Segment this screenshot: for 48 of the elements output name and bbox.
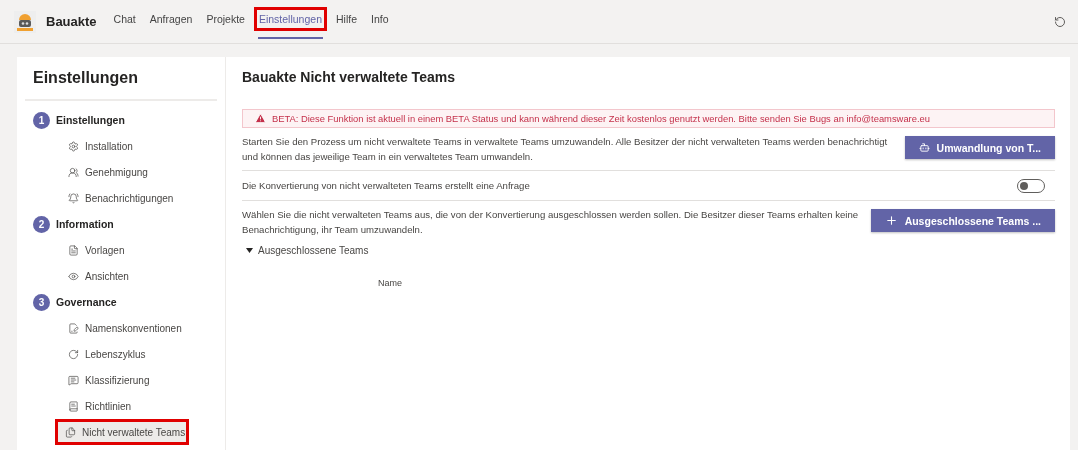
conversion-description: Starten Sie den Prozess um nicht verwaltete Teams in verwaltete Teams umzuwandeln. Alle Besitzer der nicht verwalteten Teams werden benachrichtigt und können das jeweilige Team in ein verwaltetes Team umwandeln.	[242, 135, 889, 164]
caret-icon	[246, 248, 253, 253]
excluded-teams-toggle[interactable]: Ausgeschlossene Teams	[242, 243, 373, 258]
speech-bubble-icon	[68, 374, 79, 386]
warning-icon	[255, 113, 266, 124]
sidebar-item[interactable]: Ansichten	[58, 263, 217, 289]
sidebar-item[interactable]: Richtlinien	[58, 393, 217, 419]
sidebar-item[interactable]: Klassifizierung	[58, 367, 217, 393]
column-header: Name	[377, 277, 403, 288]
sidebar-item[interactable]: Nicht verwaltete Teams	[55, 419, 189, 445]
bell-icon	[68, 192, 79, 204]
setting-label: Die Konvertierung von nicht verwalteten Teams erstellt eine Anfrage	[242, 179, 531, 193]
sidebar-item[interactable]: Benachrichtigungen	[58, 185, 217, 211]
convert-button[interactable]: Umwandlung von T...	[904, 136, 1055, 159]
nav-tab[interactable]: Info	[366, 0, 394, 43]
nav-tab[interactable]: Chat	[108, 0, 141, 43]
plus-icon	[884, 214, 898, 227]
gear-icon	[68, 140, 79, 152]
step-number: 2	[33, 215, 50, 233]
nav-tab[interactable]: Anfragen	[144, 0, 198, 43]
sidebar-item[interactable]: Genehmigung	[58, 159, 217, 185]
eye-icon	[68, 270, 79, 282]
app-name: Bauakte	[46, 14, 97, 29]
book-icon	[68, 400, 79, 412]
sidebar-item[interactable]: Installation	[58, 133, 217, 159]
section-heading: Governance	[56, 296, 117, 308]
step-number: 1	[33, 111, 50, 129]
sidebar-item[interactable]: Lebenszyklus	[58, 341, 217, 367]
sidebar-item[interactable]: Vorlagen	[58, 237, 217, 263]
nav-tab[interactable]: Projekte	[201, 0, 250, 43]
step-number: 3	[33, 293, 50, 311]
robot-icon	[918, 142, 930, 153]
nav-tab[interactable]: Hilfe	[330, 0, 362, 43]
signed-document-icon	[68, 322, 79, 334]
refresh-icon[interactable]	[1054, 15, 1066, 28]
circular-arrow-icon	[68, 348, 79, 360]
toggle-switch[interactable]	[1017, 178, 1045, 193]
sidebar-title: Einstellungen	[25, 57, 217, 101]
people-icon	[68, 166, 79, 178]
page-title: Bauakte Nicht verwaltete Teams	[242, 68, 456, 87]
beta-warning: BETA: Diese Funktion ist aktuell in einem BETA Status und kann während dieser Zeit kostenlos genutzt werden. Bitte senden Sie Bugs an info@teamsware.eu	[242, 109, 1055, 128]
exclusion-description: Wählen Sie die nicht verwalteten Teams aus, die von der Konvertierung ausgeschlossen werden sollen. Die Besitzer dieser Teams erhalten keine Benachrichtigung, ihr Team umzuwandeln.	[242, 208, 859, 237]
sidebar-item[interactable]: Namenskonventionen	[58, 315, 217, 341]
section-heading: Einstellungen	[56, 114, 125, 126]
exclude-teams-button[interactable]: Ausgeschlossene Teams ...	[870, 209, 1055, 232]
document-icon	[68, 244, 79, 256]
section-heading: Information	[56, 218, 114, 230]
files-icon	[65, 426, 76, 438]
